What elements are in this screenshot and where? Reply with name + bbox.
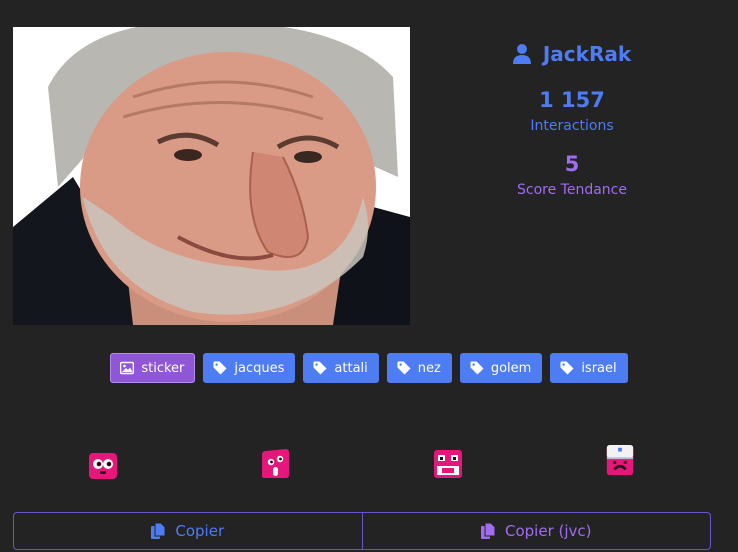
- tag-icon: [470, 361, 484, 375]
- tag-golem[interactable]: golem: [459, 353, 543, 383]
- tag-icon: [560, 361, 574, 375]
- tag-icon: [313, 361, 327, 375]
- user-icon: [512, 44, 531, 64]
- tag-list: sticker jacques attali nez golem israel: [0, 353, 738, 383]
- tag-nez[interactable]: nez: [386, 353, 452, 383]
- trend-label: Score Tendance: [517, 182, 627, 198]
- interactions-count: 1 157: [539, 88, 605, 112]
- tag-label: jacques: [234, 360, 285, 376]
- tag-sticker[interactable]: sticker: [110, 353, 196, 383]
- copy-icon: [151, 523, 166, 539]
- copy-label: Copier: [175, 522, 225, 540]
- drooling-face-icon[interactable]: [260, 448, 290, 480]
- copy-button[interactable]: Copier: [14, 513, 362, 549]
- copy-icon: [481, 523, 495, 539]
- tag-label: sticker: [141, 360, 185, 376]
- tag-icon: [397, 361, 411, 375]
- trend-score: 5: [564, 152, 580, 176]
- tag-label: nez: [417, 360, 441, 376]
- image-icon: [120, 361, 135, 375]
- copy-jvc-button[interactable]: Copier (jvc): [361, 513, 711, 549]
- copy-jvc-label: Copier (jvc): [505, 522, 592, 540]
- sticker-image[interactable]: [13, 27, 410, 325]
- tag-jacques[interactable]: jacques: [203, 353, 296, 383]
- tag-israel[interactable]: israel: [550, 353, 628, 383]
- surprised-face-icon[interactable]: [88, 450, 118, 482]
- frowning-face-icon[interactable]: [605, 444, 635, 476]
- tag-label: israel: [581, 360, 617, 376]
- reaction-bar: [0, 444, 738, 480]
- grimacing-face-icon[interactable]: [433, 448, 463, 480]
- tag-attali[interactable]: attali: [303, 353, 379, 383]
- author-name: JackRak: [542, 42, 632, 66]
- copy-bar: Copier Copier (jvc): [13, 512, 711, 550]
- author-link[interactable]: JackRak: [430, 38, 714, 70]
- interactions-label: Interactions: [530, 118, 614, 134]
- tag-label: golem: [490, 360, 532, 376]
- tag-icon: [213, 361, 227, 375]
- post-info: JackRak 1 157 Interactions 5 Score Tenda…: [430, 38, 714, 198]
- tag-label: attali: [334, 360, 368, 376]
